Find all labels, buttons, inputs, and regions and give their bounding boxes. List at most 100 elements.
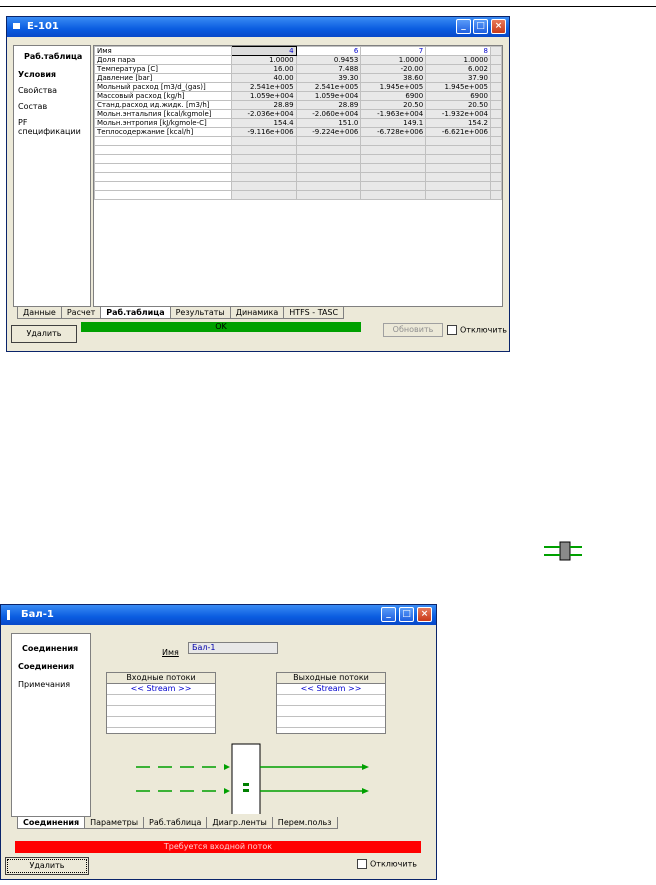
tab-connections[interactable]: Соединения <box>17 817 86 829</box>
table-cell[interactable]: 2.541e+005 <box>295 82 362 92</box>
minimize-icon[interactable]: _ <box>381 607 396 622</box>
nav-item-properties[interactable]: Свойства <box>18 86 57 95</box>
table-cell[interactable]: 28.89 <box>230 100 297 110</box>
window-titlebar[interactable]: E-101 _ □ × <box>7 17 509 37</box>
table-cell[interactable]: 28.89 <box>295 100 362 110</box>
stream-name-cell[interactable]: 4 <box>230 46 297 56</box>
table-cell[interactable]: 20.50 <box>425 100 492 110</box>
delete-button-2[interactable]: Удалить <box>5 857 89 875</box>
outlet-stream-placeholder[interactable]: << Stream >> <box>277 684 385 695</box>
table-cell[interactable]: 1.0000 <box>360 55 427 65</box>
empty-cell <box>295 136 362 146</box>
nav-item-notes[interactable]: Примечания <box>18 680 70 689</box>
tab-parameters[interactable]: Параметры <box>84 817 145 829</box>
tab-strip-2: Соединения Параметры Раб.таблица Диагр.л… <box>17 817 338 829</box>
balance-icon[interactable] <box>540 538 584 564</box>
window2-titlebar[interactable]: Бал-1 _ □ × <box>1 605 436 625</box>
empty-cell <box>425 154 492 164</box>
minimize-icon[interactable]: _ <box>456 19 471 34</box>
tab-calc[interactable]: Расчет <box>60 307 102 319</box>
nav-item-connections[interactable]: Соединения <box>18 662 74 671</box>
table-cell[interactable]: 38.60 <box>360 73 427 83</box>
close-icon[interactable]: × <box>491 19 506 34</box>
disable-checkbox-box[interactable] <box>447 325 457 335</box>
nav-item-pf-spec[interactable]: PF спецификации <box>18 118 90 136</box>
table-cell[interactable]: 149.1 <box>360 118 427 128</box>
table-cell[interactable]: -1.932e+004 <box>425 109 492 119</box>
table-cell[interactable]: 1.945e+005 <box>425 82 492 92</box>
tab-stripcharts[interactable]: Диагр.ленты <box>206 817 273 829</box>
empty-cell <box>94 136 232 146</box>
delete-button[interactable]: Удалить <box>11 325 77 343</box>
tab-worksheet-2[interactable]: Раб.таблица <box>143 817 208 829</box>
table-cell[interactable]: 154.4 <box>230 118 297 128</box>
tab-data[interactable]: Данные <box>17 307 62 319</box>
table-cell[interactable]: 20.50 <box>360 100 427 110</box>
window-system-icon[interactable] <box>13 23 20 29</box>
maximize-icon[interactable]: □ <box>473 19 488 34</box>
tab-worksheet[interactable]: Раб.таблица <box>100 307 171 319</box>
window2-system-icon[interactable] <box>7 610 10 620</box>
table-cell[interactable]: 16.00 <box>230 64 297 74</box>
empty-cell <box>295 154 362 164</box>
table-cell[interactable]: -6.728e+006 <box>360 127 427 137</box>
table-cell[interactable]: 37.90 <box>425 73 492 83</box>
stream-name-cell[interactable]: 7 <box>360 46 427 56</box>
table-cell[interactable]: 151.0 <box>295 118 362 128</box>
nav-title: Раб.таблица <box>24 52 83 61</box>
empty-cell <box>94 181 232 191</box>
disable-checkbox-2-box[interactable] <box>357 859 367 869</box>
inlet-empty-row[interactable] <box>107 695 215 706</box>
stream-name-cell[interactable]: 6 <box>295 46 362 56</box>
close-icon[interactable]: × <box>417 607 432 622</box>
table-cell[interactable]: 6.002 <box>425 64 492 74</box>
window2-title: Бал-1 <box>21 609 54 620</box>
nav-item-conditions[interactable]: Условия <box>18 70 56 79</box>
table-cell[interactable]: -1.963e+004 <box>360 109 427 119</box>
tab-dynamics[interactable]: Динамика <box>229 307 285 319</box>
table-cell[interactable]: -2.060e+004 <box>295 109 362 119</box>
empty-cell <box>295 172 362 182</box>
stream-name-cell[interactable]: 8 <box>425 46 492 56</box>
table-cell[interactable]: 6900 <box>425 91 492 101</box>
connections-panel: Имя Бал-1 Входные потоки << Stream >> Вы… <box>93 633 427 817</box>
table-cell[interactable]: 7.488 <box>295 64 362 74</box>
table-cell[interactable]: 1.0000 <box>230 55 297 65</box>
table-cell[interactable]: 0.9453 <box>295 55 362 65</box>
tab-htfs[interactable]: HTFS - TASC <box>283 307 345 319</box>
table-cell[interactable]: -9.224e+006 <box>295 127 362 137</box>
balance-block-mark <box>243 783 249 786</box>
table-cell[interactable]: 1.059e+004 <box>230 91 297 101</box>
nav-item-composition[interactable]: Состав <box>18 102 47 111</box>
table-cell[interactable]: -6.621e+006 <box>425 127 492 137</box>
outlet-streams-grid[interactable]: Выходные потоки << Stream >> <box>276 672 386 734</box>
outlet-empty-row[interactable] <box>277 717 385 728</box>
empty-table-row <box>94 154 502 164</box>
inlet-stream-placeholder[interactable]: << Stream >> <box>107 684 215 695</box>
maximize-icon[interactable]: □ <box>399 607 414 622</box>
empty-cell <box>230 145 297 155</box>
outlet-empty-row[interactable] <box>277 706 385 717</box>
table-cell[interactable]: 2.541e+005 <box>230 82 297 92</box>
table-cell[interactable]: -2.036e+004 <box>230 109 297 119</box>
table-cell[interactable]: 154.2 <box>425 118 492 128</box>
row-label: Мольн.энтропия [kJ/kgmole-C] <box>94 118 232 128</box>
table-cell[interactable]: 1.0000 <box>425 55 492 65</box>
inlet-empty-row[interactable] <box>107 706 215 717</box>
name-field[interactable]: Бал-1 <box>188 642 278 654</box>
table-cell[interactable]: 1.945e+005 <box>360 82 427 92</box>
inlet-streams-grid[interactable]: Входные потоки << Stream >> <box>106 672 216 734</box>
update-button[interactable]: Обновить <box>383 323 443 337</box>
inlet-empty-row[interactable] <box>107 717 215 728</box>
table-cell[interactable]: -9.116e+006 <box>230 127 297 137</box>
table-cell[interactable]: -20.00 <box>360 64 427 74</box>
table-cell[interactable]: 40.00 <box>230 73 297 83</box>
table-cell[interactable]: 1.059e+004 <box>295 91 362 101</box>
table-cell[interactable]: 6900 <box>360 91 427 101</box>
tab-user-vars[interactable]: Перем.польз <box>271 817 338 829</box>
disable-checkbox-2[interactable]: Отключить <box>357 859 417 869</box>
outlet-empty-row[interactable] <box>277 695 385 706</box>
tab-results[interactable]: Результаты <box>169 307 231 319</box>
table-cell[interactable]: 39.30 <box>295 73 362 83</box>
disable-checkbox[interactable]: Отключить <box>447 325 507 335</box>
